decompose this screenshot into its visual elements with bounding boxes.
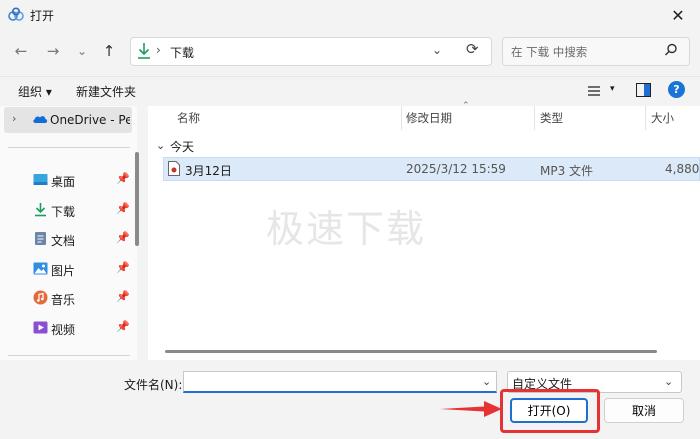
file-modified: 2025/3/12 15:59	[406, 162, 506, 176]
sidebar-item-label: OneDrive - Per	[50, 113, 130, 127]
sidebar-item-pictures[interactable]: 图片 📌	[0, 257, 135, 281]
file-name: 3月12日	[185, 164, 232, 178]
preview-pane-icon[interactable]	[636, 83, 651, 97]
pin-icon[interactable]: 📌	[116, 231, 130, 244]
arrow-left-icon: ←	[14, 42, 28, 60]
chevron-down-icon: ⌄	[76, 44, 88, 58]
arrow-right-icon: →	[46, 42, 60, 60]
forward-button[interactable]: →	[42, 40, 64, 62]
arrow-up-icon: ↑	[102, 42, 116, 60]
chevron-down-icon[interactable]: ⌄	[664, 375, 673, 388]
window-title: 打开	[30, 9, 55, 23]
toolbar-divider	[0, 76, 700, 77]
pin-icon[interactable]: 📌	[116, 290, 130, 303]
back-button[interactable]: ←	[10, 40, 32, 62]
desktop-icon	[33, 174, 48, 185]
column-separator[interactable]	[645, 106, 646, 130]
chevron-right-icon[interactable]: ›	[12, 112, 16, 125]
pin-icon[interactable]: 📌	[116, 172, 130, 185]
sidebar-divider	[8, 355, 130, 356]
mp3-file-icon	[168, 161, 180, 176]
sidebar-item-documents[interactable]: 文档 📌	[0, 227, 135, 251]
column-header-type[interactable]: 类型	[540, 110, 563, 126]
sidebar-item-downloads[interactable]: 下载 📌	[0, 198, 135, 222]
cancel-button[interactable]: 取消	[604, 398, 684, 423]
group-header-today[interactable]: 今天	[170, 138, 194, 155]
title-bar	[0, 0, 700, 30]
pin-icon[interactable]: 📌	[116, 202, 130, 215]
filename-input[interactable]	[183, 371, 497, 393]
view-options-dropdown[interactable]: ▾	[610, 84, 615, 94]
new-folder-button[interactable]: 新建文件夹	[76, 83, 136, 100]
search-input[interactable]	[502, 37, 690, 66]
column-separator[interactable]	[534, 106, 535, 130]
download-icon	[35, 203, 46, 217]
sidebar-item-label: 视频	[51, 323, 76, 337]
sidebar-item-desktop[interactable]: 桌面 📌	[0, 168, 135, 192]
column-separator[interactable]	[401, 106, 402, 130]
breadcrumb-downloads[interactable]: 下载	[170, 44, 194, 61]
watermark: 极速下载	[266, 207, 427, 251]
address-history-dropdown[interactable]: ⌄	[432, 43, 442, 57]
file-list-scrollbar[interactable]	[165, 350, 657, 353]
up-button[interactable]: ↑	[98, 40, 120, 62]
search-icon	[664, 43, 677, 56]
list-view-icon[interactable]	[586, 84, 602, 98]
refresh-button[interactable]: ⟳	[466, 40, 479, 58]
sidebar-item-label: 图片	[51, 264, 76, 278]
sort-ascending-icon: ⌃	[462, 101, 470, 111]
download-icon	[138, 43, 150, 59]
filename-label: 文件名(N):	[124, 378, 183, 392]
sidebar-item-label: 音乐	[51, 293, 76, 307]
annotation-arrow-icon	[440, 401, 502, 417]
pin-icon[interactable]: 📌	[116, 261, 130, 274]
filename-history-dropdown[interactable]: ⌄	[482, 375, 491, 388]
sidebar-item-music[interactable]: 音乐 📌	[0, 286, 135, 310]
sidebar-item-label: 文档	[51, 234, 76, 248]
music-icon	[33, 290, 48, 305]
close-button[interactable]: ✕	[662, 2, 694, 28]
sidebar-scrollbar[interactable]	[135, 152, 139, 246]
sidebar-item-label: 桌面	[51, 175, 76, 189]
app-icon	[8, 7, 24, 21]
recent-locations-button[interactable]: ⌄	[71, 40, 93, 62]
open-button[interactable]: 打开(O)	[510, 398, 588, 423]
breadcrumb-separator: ›	[156, 43, 161, 57]
picture-icon	[33, 262, 48, 275]
sidebar-item-videos[interactable]: 视频 📌	[0, 316, 135, 340]
help-icon[interactable]: ?	[668, 81, 685, 98]
file-type: MP3 文件	[540, 164, 594, 178]
column-header-modified[interactable]: 修改日期	[406, 110, 452, 126]
onedrive-cloud-icon	[33, 116, 48, 123]
chevron-down-icon[interactable]: ⌄	[156, 139, 165, 152]
pin-icon[interactable]: 📌	[116, 320, 130, 333]
video-icon	[33, 321, 48, 334]
column-header-size[interactable]: 大小	[651, 110, 674, 126]
sidebar-item-label: 下载	[51, 205, 76, 219]
column-header-name[interactable]: 名称	[177, 110, 200, 126]
file-size: 4,880	[665, 162, 700, 176]
document-icon	[35, 232, 46, 245]
close-icon: ✕	[671, 5, 685, 25]
sidebar-divider	[8, 147, 130, 148]
organize-button[interactable]: 组织 ▾	[18, 83, 52, 100]
